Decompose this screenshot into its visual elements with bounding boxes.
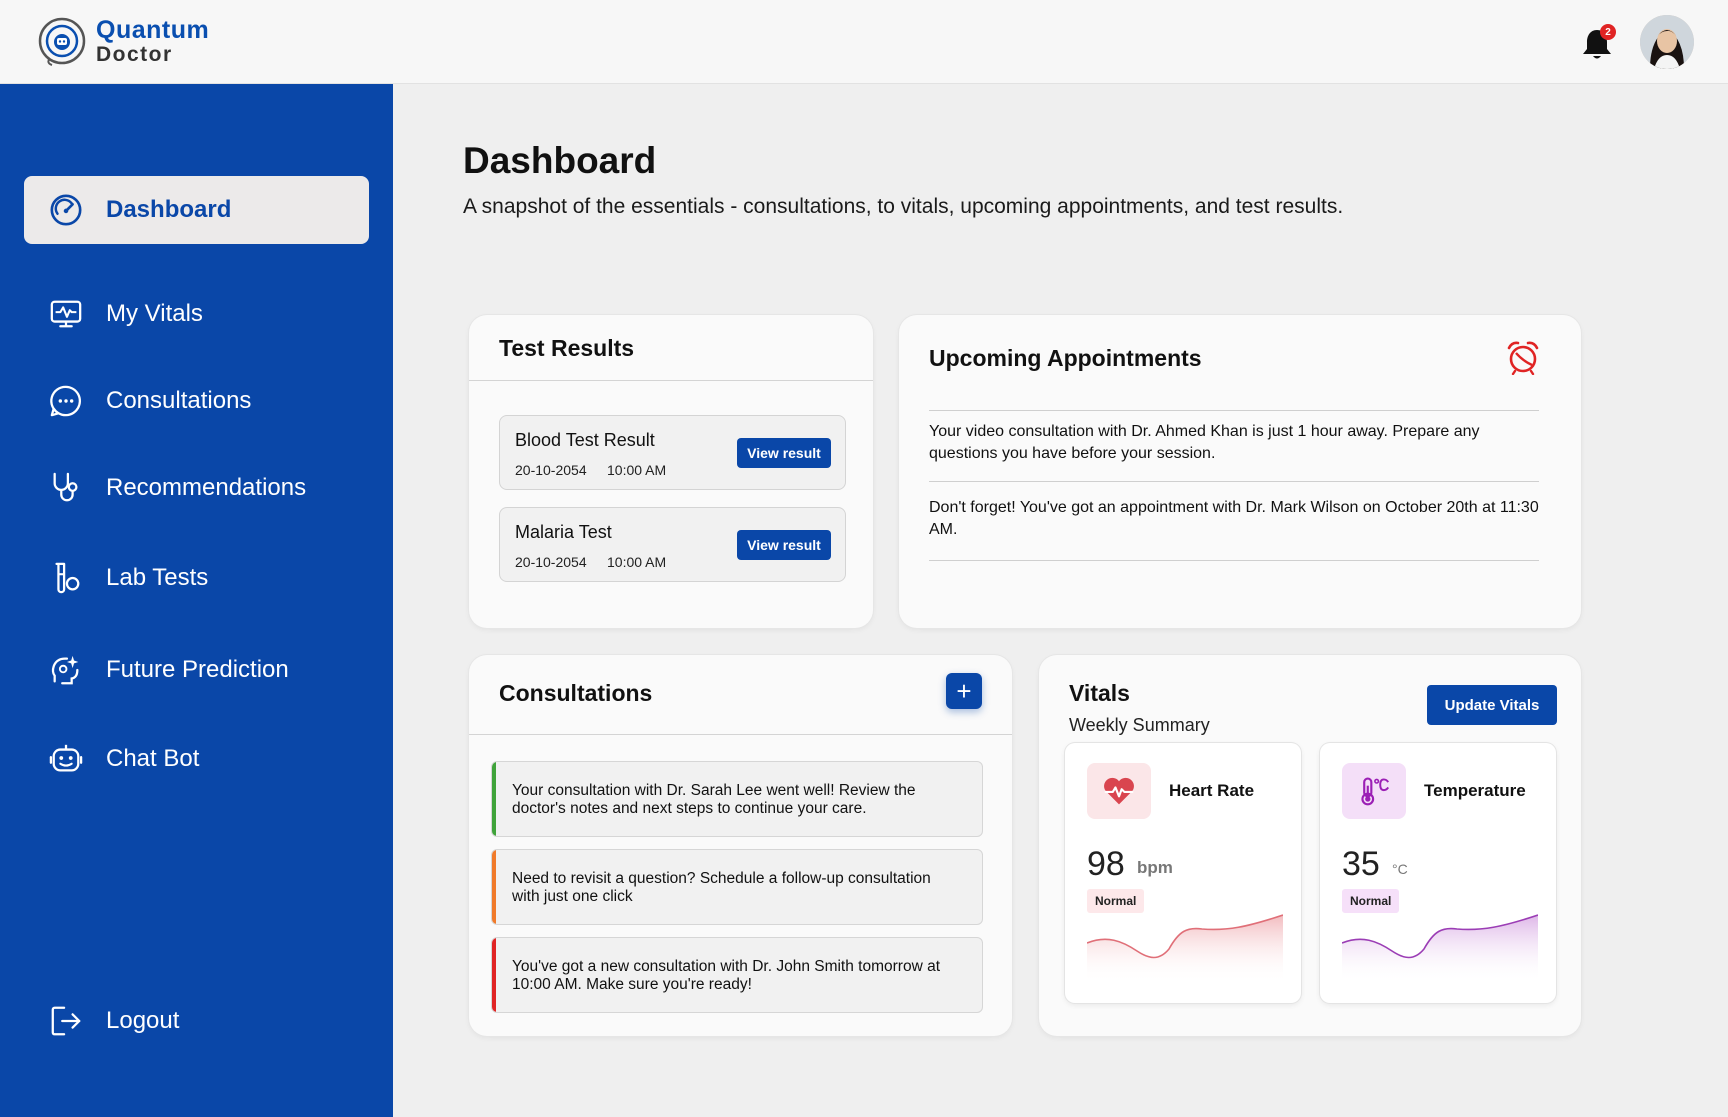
alarm-clock-icon[interactable] bbox=[1505, 339, 1541, 376]
appointment-item: Your video consultation with Dr. Ahmed K… bbox=[929, 423, 1480, 462]
divider bbox=[929, 481, 1539, 482]
divider bbox=[469, 380, 873, 381]
vital-label: Heart Rate bbox=[1169, 781, 1255, 800]
sidebar-item-lab-tests[interactable]: Lab Tests bbox=[24, 544, 369, 612]
consultation-item[interactable]: Need to revisit a question? Schedule a f… bbox=[491, 849, 983, 925]
test-results-title: Test Results bbox=[499, 335, 635, 361]
robot-icon bbox=[48, 741, 84, 777]
upcoming-appointments-card: Upcoming Appointments Your video consult… bbox=[899, 315, 1581, 628]
vital-unit: bpm bbox=[1137, 858, 1173, 877]
sidebar-item-label: Future Prediction bbox=[106, 656, 289, 683]
consultations-title: Consultations bbox=[499, 680, 653, 706]
consultations-card: Consultations + Your consultation with D… bbox=[469, 655, 1012, 1036]
temperature-trend-chart bbox=[1342, 914, 1538, 983]
test-result-item: Malaria Test 20-10-2054 10:00 AM View re… bbox=[499, 507, 846, 582]
heart-pulse-icon bbox=[1087, 763, 1151, 819]
dashboard-gauge-icon bbox=[48, 192, 84, 228]
appointments-title: Upcoming Appointments bbox=[929, 345, 1202, 371]
status-bar bbox=[492, 850, 496, 924]
stethoscope-icon bbox=[48, 470, 84, 506]
view-result-button[interactable]: View result bbox=[737, 438, 831, 468]
logout-label: Logout bbox=[106, 1007, 180, 1034]
vital-label: Temperature bbox=[1424, 781, 1526, 800]
appointment-item: Don't forget! You've got an appointment … bbox=[929, 499, 1539, 538]
sidebar-item-label: My Vitals bbox=[106, 300, 203, 327]
test-results-card: Test Results Blood Test Result 20-10-205… bbox=[469, 315, 873, 628]
sidebar-item-label: Lab Tests bbox=[106, 564, 209, 591]
vital-value: 98 bbox=[1087, 845, 1125, 883]
brain-sparkle-icon bbox=[48, 652, 84, 688]
logo-title: Quantum bbox=[96, 15, 210, 44]
add-consultation-button[interactable]: + bbox=[946, 673, 982, 709]
divider bbox=[469, 734, 1012, 735]
test-time: 10:00 AM bbox=[607, 554, 667, 570]
logout-icon bbox=[48, 1003, 84, 1039]
logout-button[interactable]: Logout bbox=[24, 987, 369, 1055]
consultation-text: Need to revisit a question? Schedule a f… bbox=[512, 870, 931, 905]
vitals-card: Vitals Weekly Summary Update Vitals Hear… bbox=[1039, 655, 1581, 1036]
vital-value: 35 bbox=[1342, 845, 1380, 883]
vitals-title: Vitals bbox=[1069, 680, 1130, 706]
logo[interactable]: Quantum Doctor bbox=[36, 15, 209, 67]
sidebar: Dashboard My Vitals Consultations Recomm… bbox=[0, 84, 393, 1117]
flask-icon bbox=[48, 560, 84, 596]
sidebar-item-future-prediction[interactable]: Future Prediction bbox=[24, 636, 369, 704]
thermometer-icon bbox=[1342, 763, 1406, 819]
sidebar-item-my-vitals[interactable]: My Vitals bbox=[24, 280, 369, 348]
temperature-card[interactable]: Temperature 35 °C Normal bbox=[1320, 743, 1556, 1003]
consultation-item[interactable]: You've got a new consultation with Dr. J… bbox=[491, 937, 983, 1013]
vitals-subtitle: Weekly Summary bbox=[1069, 715, 1210, 735]
avatar[interactable] bbox=[1640, 15, 1694, 69]
logo-subtitle: Doctor bbox=[96, 42, 173, 66]
test-date: 20-10-2054 bbox=[515, 554, 587, 570]
status-bar bbox=[492, 762, 496, 836]
sidebar-item-chat-bot[interactable]: Chat Bot bbox=[24, 725, 369, 793]
status-bar bbox=[492, 938, 496, 1012]
sidebar-item-label: Chat Bot bbox=[106, 745, 200, 772]
chat-bubble-icon bbox=[48, 383, 84, 419]
page-title: Dashboard bbox=[463, 140, 657, 181]
test-result-item: Blood Test Result 20-10-2054 10:00 AM Vi… bbox=[499, 415, 846, 490]
heart-rate-card[interactable]: Heart Rate 98 bpm Normal bbox=[1065, 743, 1301, 1003]
status-badge: Normal bbox=[1342, 889, 1400, 913]
sidebar-item-dashboard[interactable]: Dashboard bbox=[24, 176, 369, 244]
sidebar-item-consultations[interactable]: Consultations bbox=[24, 367, 369, 435]
logo-icon bbox=[38, 17, 86, 66]
update-vitals-button[interactable]: Update Vitals bbox=[1427, 685, 1557, 725]
heart-rate-trend-chart bbox=[1087, 914, 1283, 983]
divider bbox=[929, 410, 1539, 411]
divider bbox=[929, 560, 1539, 561]
vital-unit: °C bbox=[1392, 861, 1408, 877]
status-badge: Normal bbox=[1087, 889, 1145, 913]
consultation-text: You've got a new consultation with Dr. J… bbox=[512, 958, 940, 993]
monitor-pulse-icon bbox=[48, 296, 84, 332]
test-time: 10:00 AM bbox=[607, 462, 667, 478]
user-avatar-icon bbox=[1640, 15, 1694, 69]
sidebar-item-recommendations[interactable]: Recommendations bbox=[24, 454, 369, 522]
view-result-button[interactable]: View result bbox=[737, 530, 831, 560]
sidebar-item-label: Dashboard bbox=[106, 196, 232, 223]
notification-badge: 2 bbox=[1600, 24, 1616, 40]
page-subtitle: A snapshot of the essentials - consultat… bbox=[463, 195, 1344, 218]
consultation-item[interactable]: Your consultation with Dr. Sarah Lee wen… bbox=[491, 761, 983, 837]
test-name: Malaria Test bbox=[515, 522, 612, 542]
sidebar-item-label: Consultations bbox=[106, 387, 252, 414]
notification-bell[interactable]: 2 bbox=[1580, 24, 1616, 62]
top-bar: Quantum Doctor 2 bbox=[0, 0, 1728, 84]
sidebar-item-label: Recommendations bbox=[106, 474, 307, 501]
test-name: Blood Test Result bbox=[515, 430, 655, 450]
test-date: 20-10-2054 bbox=[515, 462, 587, 478]
consultation-text: Your consultation with Dr. Sarah Lee wen… bbox=[512, 782, 916, 817]
